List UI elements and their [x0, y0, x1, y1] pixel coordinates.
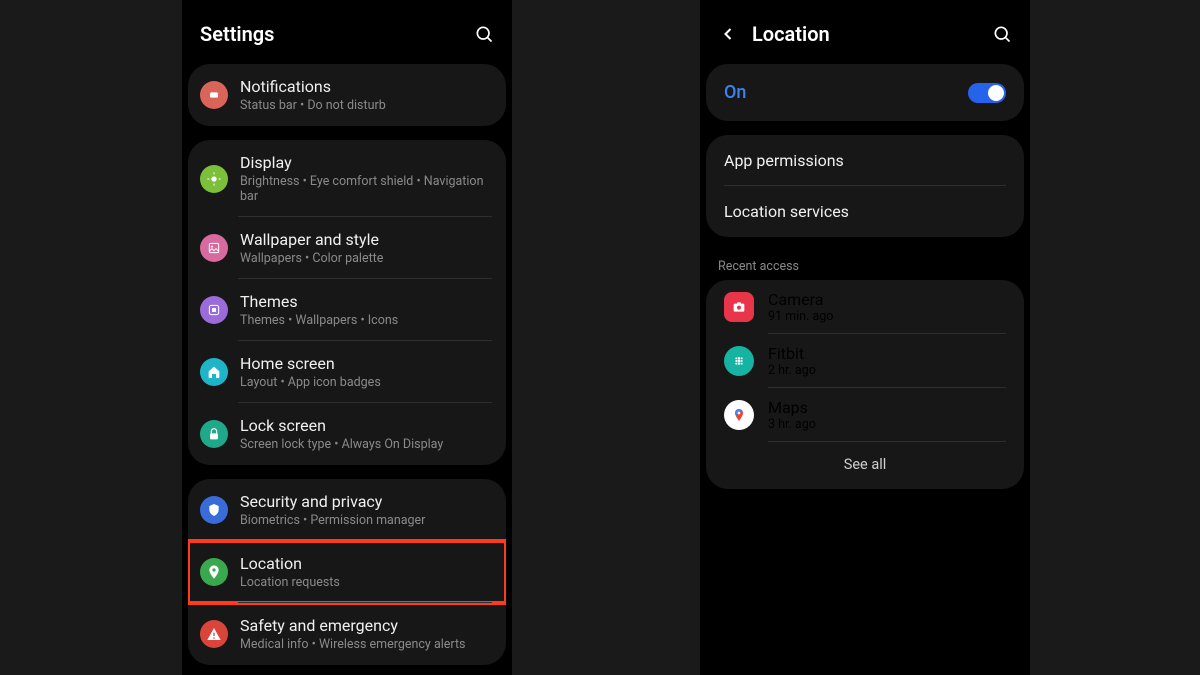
maps-icon	[724, 400, 754, 430]
search-icon[interactable]	[474, 24, 494, 44]
app-name: Fitbit	[768, 344, 816, 363]
app-timestamp: 2 hr. ago	[768, 363, 816, 378]
home-icon	[200, 358, 228, 386]
settings-item-themes[interactable]: Themes Themes • Wallpapers • Icons	[188, 279, 506, 341]
display-icon	[200, 165, 228, 193]
location-links-card: App permissions Location services	[706, 135, 1024, 237]
item-title: Security and privacy	[240, 492, 494, 512]
item-subtitle: Location requests	[240, 575, 494, 590]
settings-header: Settings	[182, 0, 512, 60]
item-subtitle: Screen lock type • Always On Display	[240, 437, 494, 452]
warning-icon	[200, 620, 228, 648]
recent-access-label: Recent access	[700, 251, 1030, 280]
settings-item-notifications[interactable]: Notifications Status bar • Do not distur…	[188, 64, 506, 126]
location-master-toggle-row[interactable]: On	[706, 64, 1024, 121]
settings-group: Security and privacy Biometrics • Permis…	[188, 479, 506, 665]
item-subtitle: Biometrics • Permission manager	[240, 513, 494, 528]
settings-item-safety[interactable]: Safety and emergency Medical info • Wire…	[188, 603, 506, 665]
settings-item-display[interactable]: Display Brightness • Eye comfort shield …	[188, 140, 506, 217]
page-title: Settings	[200, 22, 474, 46]
page-title: Location	[752, 22, 992, 46]
shield-icon	[200, 496, 228, 524]
item-subtitle: Brightness • Eye comfort shield • Naviga…	[240, 174, 494, 204]
item-subtitle: Themes • Wallpapers • Icons	[240, 313, 494, 328]
settings-group: Notifications Status bar • Do not distur…	[188, 64, 506, 126]
settings-item-security[interactable]: Security and privacy Biometrics • Permis…	[188, 479, 506, 541]
app-timestamp: 91 min. ago	[768, 309, 833, 324]
item-subtitle: Layout • App icon badges	[240, 375, 494, 390]
item-title: Notifications	[240, 77, 494, 97]
item-title: Wallpaper and style	[240, 230, 494, 250]
location-icon	[200, 558, 228, 586]
settings-item-wallpaper[interactable]: Wallpaper and style Wallpapers • Color p…	[188, 217, 506, 279]
link-app-permissions[interactable]: App permissions	[706, 135, 1024, 186]
link-location-services[interactable]: Location services	[706, 186, 1024, 237]
settings-item-location[interactable]: Location Location requests	[188, 541, 506, 603]
app-timestamp: 3 hr. ago	[768, 417, 816, 432]
app-name: Maps	[768, 398, 816, 417]
toggle-switch[interactable]	[968, 83, 1006, 103]
item-subtitle: Status bar • Do not disturb	[240, 98, 494, 113]
lock-icon	[200, 420, 228, 448]
app-name: Camera	[768, 290, 833, 309]
item-title: Home screen	[240, 354, 494, 374]
recent-app-fitbit[interactable]: Fitbit 2 hr. ago	[706, 334, 1024, 388]
item-title: Location	[240, 554, 494, 574]
item-title: Safety and emergency	[240, 616, 494, 636]
recent-app-maps[interactable]: Maps 3 hr. ago	[706, 388, 1024, 442]
item-subtitle: Wallpapers • Color palette	[240, 251, 494, 266]
camera-icon	[724, 292, 754, 322]
settings-item-lock[interactable]: Lock screen Screen lock type • Always On…	[188, 403, 506, 465]
location-header: Location	[700, 0, 1030, 60]
recent-app-camera[interactable]: Camera 91 min. ago	[706, 280, 1024, 334]
fitbit-icon	[724, 346, 754, 376]
settings-screen: Settings Notifications Status bar • Do n…	[182, 0, 512, 675]
item-title: Themes	[240, 292, 494, 312]
item-subtitle: Medical info • Wireless emergency alerts	[240, 637, 494, 652]
item-title: Lock screen	[240, 416, 494, 436]
notifications-icon	[200, 81, 228, 109]
themes-icon	[200, 296, 228, 324]
settings-group: Display Brightness • Eye comfort shield …	[188, 140, 506, 465]
location-screen: Location On App permissions Location ser…	[700, 0, 1030, 675]
toggle-label: On	[724, 82, 968, 103]
search-icon[interactable]	[992, 24, 1012, 44]
settings-item-home[interactable]: Home screen Layout • App icon badges	[188, 341, 506, 403]
see-all-button[interactable]: See all	[706, 442, 1024, 489]
recent-access-card: Camera 91 min. ago Fitbit 2 hr. ago Maps…	[706, 280, 1024, 489]
item-title: Display	[240, 153, 494, 173]
back-icon[interactable]	[718, 24, 738, 44]
wallpaper-icon	[200, 234, 228, 262]
